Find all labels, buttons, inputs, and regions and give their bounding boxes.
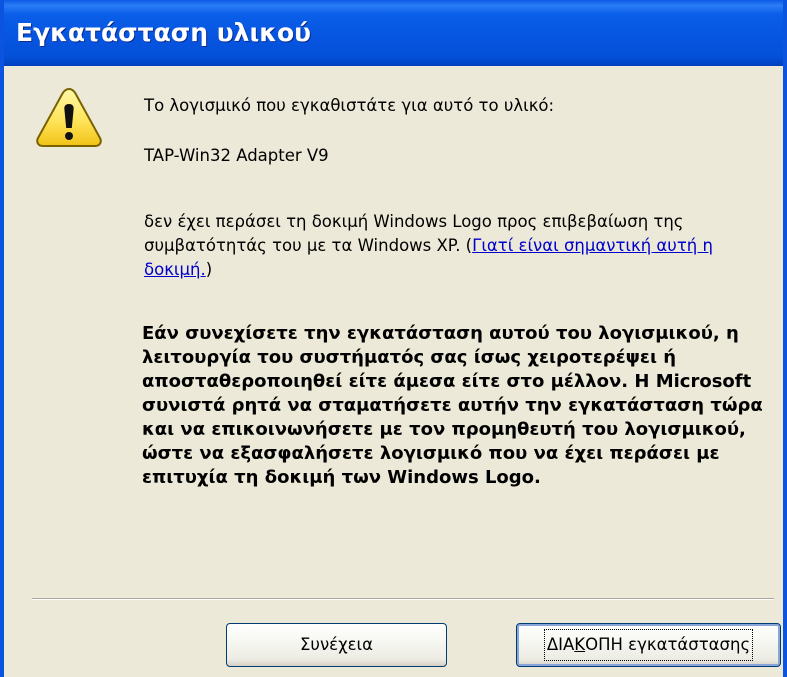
continue-label-post: εια <box>347 635 374 654</box>
hardware-installation-dialog: Εγκατάσταση υλικού Το λογισμικό που εγκα… <box>0 0 787 677</box>
stop-mnemonic: Κ <box>574 635 586 654</box>
logo-test-text-end: ) <box>205 260 213 279</box>
stop-label: ΔΙΑΚΟΠΗ εγκατάστασης <box>543 629 754 661</box>
stop-installation-button[interactable]: ΔΙΑΚΟΠΗ εγκατάστασης <box>516 623 781 667</box>
continue-button[interactable]: Συνέχεια <box>226 623 447 667</box>
device-name: TAP-Win32 Adapter V9 <box>144 146 329 165</box>
stop-label-pre: ΔΙΑ <box>546 635 575 654</box>
bold-warning-text: Εάν συνεχίσετε την εγκατάσταση αυτού του… <box>142 323 763 488</box>
intro-text: Το λογισμικό που εγκαθιστάτε για αυτό το… <box>144 96 555 115</box>
logo-test-message: δεν έχει περάσει τη δοκιμή Windows Logo … <box>144 210 769 282</box>
stop-label-post: ΟΠΗ εγκατάστασης <box>585 635 751 654</box>
window-title: Εγκατάσταση υλικού <box>16 18 312 47</box>
separator <box>32 598 774 600</box>
title-bar[interactable]: Εγκατάσταση υλικού <box>4 0 783 66</box>
continue-mnemonic: χ <box>338 635 348 654</box>
warning-icon <box>36 87 102 147</box>
continue-label-pre: Συνέ <box>299 635 339 654</box>
